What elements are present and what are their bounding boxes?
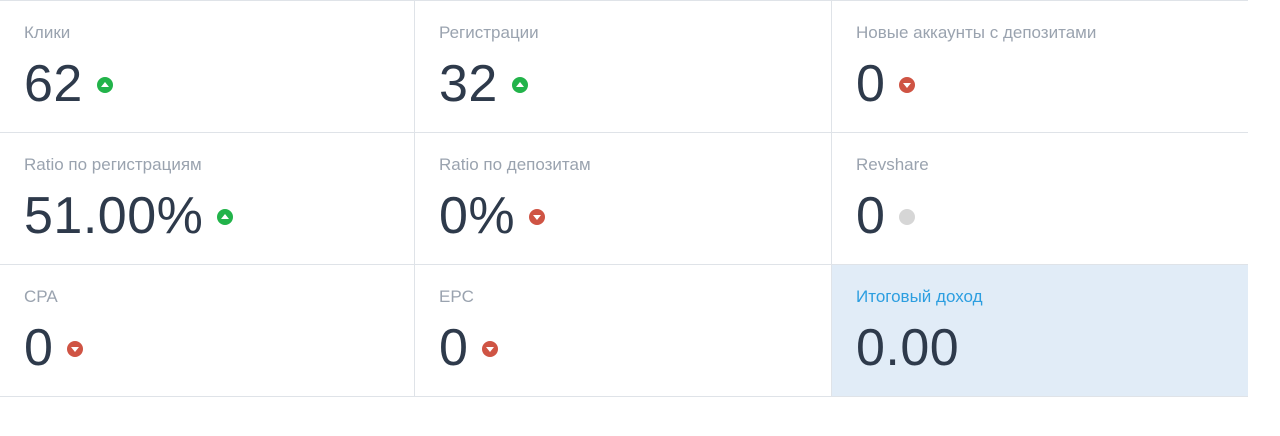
arrow-up-circle-icon <box>511 77 528 93</box>
stat-value-row: 32 <box>439 53 528 115</box>
stat-label: Клики <box>24 23 71 42</box>
stat-card-registrations: Регистрации 32 <box>414 1 831 133</box>
stat-card-new-deposit-accounts: Новые аккаунты с депозитами 0 <box>831 1 1248 133</box>
stat-value-row: 0 <box>856 53 916 115</box>
stat-value: 0.00 <box>856 319 960 377</box>
stat-card-cpa: CPA 0 <box>0 265 414 397</box>
stat-value-row: 0% <box>439 185 546 247</box>
arrow-up-circle-icon <box>96 77 113 93</box>
stat-label: EPC <box>439 287 474 306</box>
neutral-dot-icon <box>899 209 916 225</box>
stat-label: Ratio по регистрациям <box>24 155 202 174</box>
stat-value: 0 <box>856 55 886 113</box>
stat-value-row: 0 <box>24 317 84 379</box>
stat-card-clicks: Клики 62 <box>0 1 414 133</box>
stat-label: Итоговый доход <box>856 287 983 306</box>
stats-grid: Клики 62 Регистрации 32 Новые аккаунты с… <box>0 0 1248 397</box>
stat-value-row: 0 <box>856 185 916 247</box>
stat-value: 0 <box>439 319 469 377</box>
stat-value-row: 62 <box>24 53 113 115</box>
stat-label: Новые аккаунты с депозитами <box>856 23 1097 42</box>
stat-value: 0 <box>24 319 54 377</box>
arrow-down-circle-icon <box>899 77 916 93</box>
stat-value-row: 51.00% <box>24 185 234 247</box>
stat-value: 51.00% <box>24 187 204 245</box>
stat-card-epc: EPC 0 <box>414 265 831 397</box>
arrow-down-circle-icon <box>67 341 84 357</box>
arrow-up-circle-icon <box>217 209 234 225</box>
arrow-down-circle-icon <box>529 209 546 225</box>
stat-card-deposit-ratio: Ratio по депозитам 0% <box>414 133 831 265</box>
stat-card-revshare: Revshare 0 <box>831 133 1248 265</box>
stat-value-row: 0 <box>439 317 499 379</box>
stat-label: CPA <box>24 287 58 306</box>
arrow-down-circle-icon <box>482 341 499 357</box>
stat-label: Revshare <box>856 155 929 174</box>
stat-value: 0 <box>856 187 886 245</box>
stat-value: 32 <box>439 55 498 113</box>
stat-label: Регистрации <box>439 23 539 42</box>
stat-value: 0% <box>439 187 516 245</box>
stat-card-registration-ratio: Ratio по регистрациям 51.00% <box>0 133 414 265</box>
stat-value: 62 <box>24 55 83 113</box>
stat-card-total-income: Итоговый доход 0.00 <box>831 265 1248 397</box>
stat-value-row: 0.00 <box>856 317 959 379</box>
stat-label: Ratio по депозитам <box>439 155 591 174</box>
